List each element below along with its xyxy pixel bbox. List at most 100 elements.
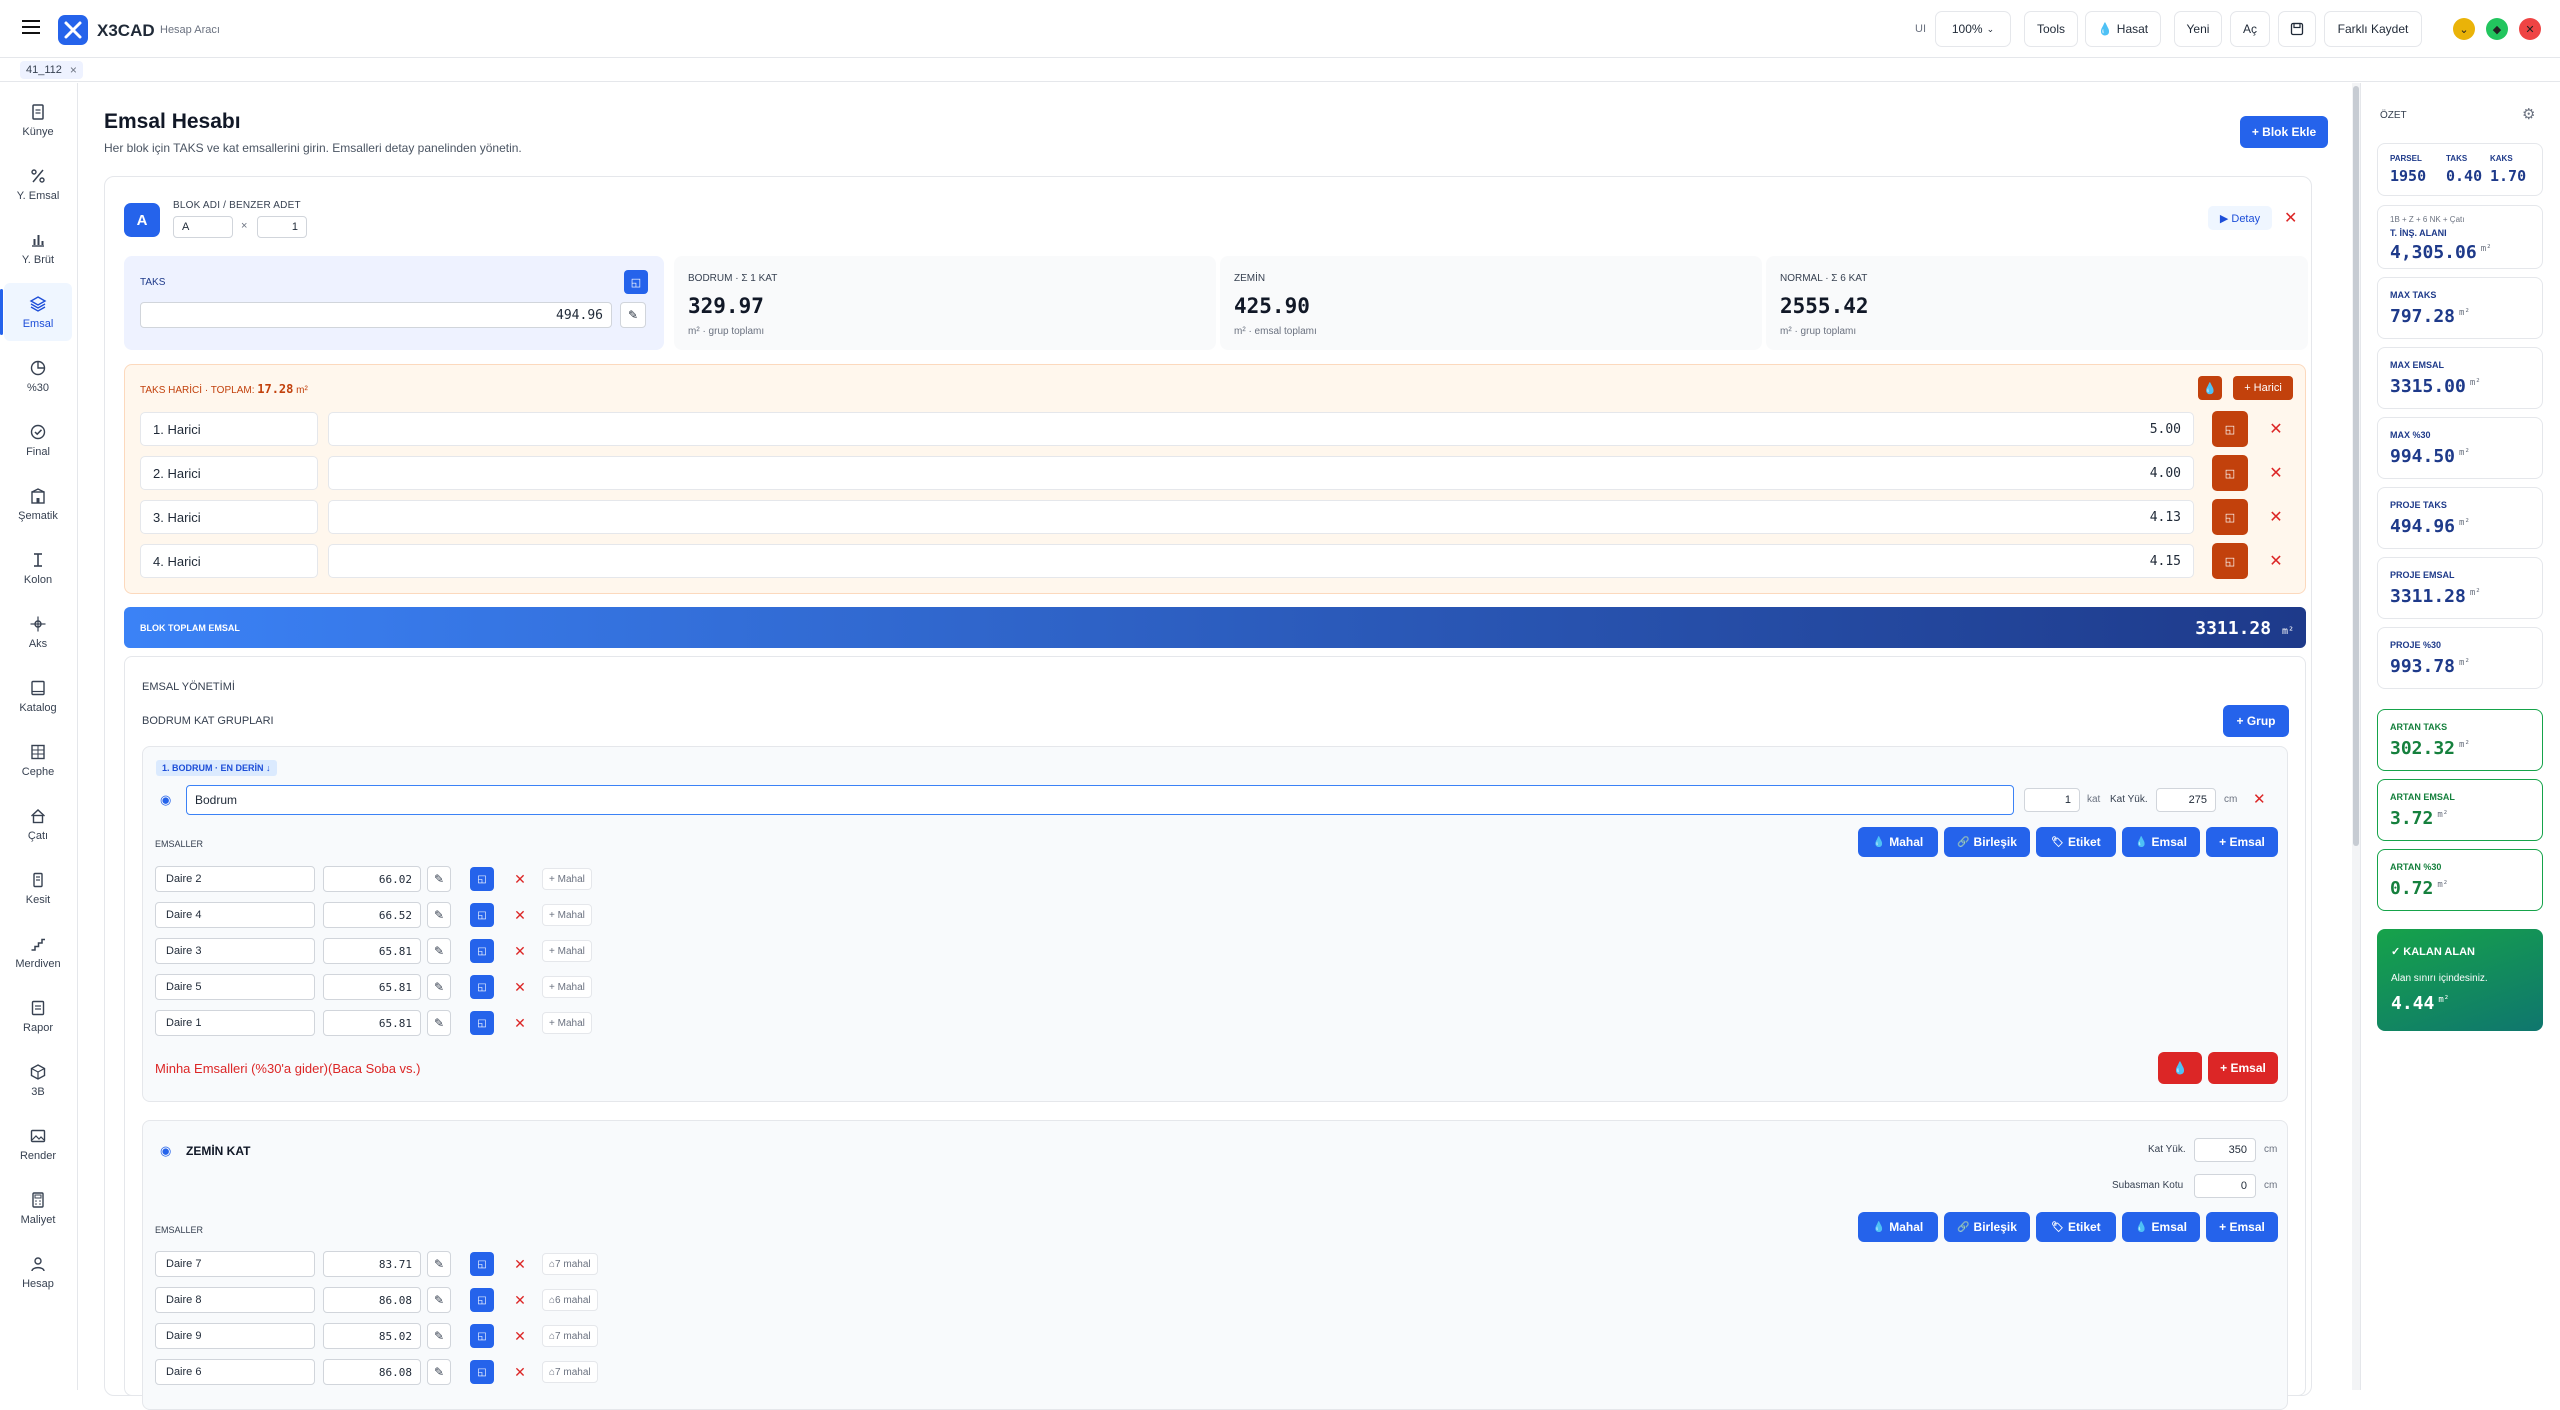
harici-calc-icon[interactable]: ◱: [2212, 499, 2248, 535]
scrollbar-thumb[interactable]: [2353, 86, 2359, 846]
emsal-name-input[interactable]: Daire 2: [155, 866, 315, 892]
harici-calc-icon[interactable]: ◱: [2212, 411, 2248, 447]
emsal-value-input[interactable]: 85.02: [323, 1323, 421, 1349]
kat-yuk-input[interactable]: 275: [2156, 788, 2216, 812]
emsal-value-input[interactable]: 66.52: [323, 902, 421, 928]
emsal-delete-icon[interactable]: ✕: [512, 1252, 528, 1276]
mahal-button[interactable]: + Mahal: [542, 904, 592, 926]
zemin-action-0[interactable]: 💧 Mahal: [1858, 1212, 1938, 1242]
emsal-calc-icon[interactable]: ◱: [470, 1011, 494, 1035]
open-button[interactable]: Aç: [2230, 11, 2270, 47]
emsal-calc-icon[interactable]: ◱: [470, 867, 494, 891]
emsal-name-input[interactable]: Daire 5: [155, 974, 315, 1000]
emsal-edit-icon[interactable]: ✎: [427, 902, 451, 928]
sidebar-item-0[interactable]: Künye: [4, 91, 72, 149]
bodrum-action-2[interactable]: 🏷 Etiket: [2036, 827, 2116, 857]
sidebar-item-3[interactable]: Emsal: [0, 283, 72, 341]
sidebar-item-5[interactable]: Final: [4, 411, 72, 469]
hasat-button[interactable]: 💧 Hasat: [2085, 11, 2161, 47]
minimize-button[interactable]: ⌄: [2453, 18, 2475, 40]
harici-name-input[interactable]: 4. Harici: [140, 544, 318, 578]
emsal-edit-icon[interactable]: ✎: [427, 1359, 451, 1385]
menu-icon[interactable]: [22, 20, 40, 34]
save-button[interactable]: [2278, 11, 2316, 47]
delete-group-icon[interactable]: ✕: [2253, 790, 2266, 808]
taks-edit-icon[interactable]: ✎: [620, 302, 646, 328]
zemin-eye-icon[interactable]: ◉: [160, 1143, 171, 1159]
harici-delete-icon[interactable]: ✕: [2268, 553, 2284, 570]
sidebar-item-8[interactable]: Aks: [4, 603, 72, 661]
harici-calc-icon[interactable]: ◱: [2212, 543, 2248, 579]
emsal-edit-icon[interactable]: ✎: [427, 1323, 451, 1349]
emsal-delete-icon[interactable]: ✕: [512, 975, 528, 999]
harici-value-input[interactable]: 4.13: [328, 500, 2194, 534]
emsal-name-input[interactable]: Daire 7: [155, 1251, 315, 1277]
emsal-delete-icon[interactable]: ✕: [512, 867, 528, 891]
zemin-action-3[interactable]: 💧 Emsal: [2122, 1212, 2200, 1242]
emsal-value-input[interactable]: 83.71: [323, 1251, 421, 1277]
harici-value-input[interactable]: 5.00: [328, 412, 2194, 446]
sidebar-item-16[interactable]: Render: [4, 1115, 72, 1173]
emsal-edit-icon[interactable]: ✎: [427, 1010, 451, 1036]
sidebar-item-11[interactable]: Çatı: [4, 795, 72, 853]
zemin-action-4[interactable]: + Emsal: [2206, 1212, 2278, 1242]
emsal-delete-icon[interactable]: ✕: [512, 903, 528, 927]
subasman-input[interactable]: 0: [2194, 1174, 2256, 1198]
harici-delete-icon[interactable]: ✕: [2268, 509, 2284, 526]
emsal-edit-icon[interactable]: ✎: [427, 866, 451, 892]
maximize-button[interactable]: ◆: [2486, 18, 2508, 40]
mahal-button[interactable]: ⌂ 7 mahal: [542, 1325, 598, 1347]
close-tab-icon[interactable]: ×: [70, 63, 77, 77]
add-group-button[interactable]: + Grup: [2223, 705, 2289, 737]
sidebar-item-15[interactable]: 3B: [4, 1051, 72, 1109]
taks-input[interactable]: 494.96: [140, 302, 612, 328]
harici-value-input[interactable]: 4.00: [328, 456, 2194, 490]
emsal-value-input[interactable]: 66.02: [323, 866, 421, 892]
emsal-edit-icon[interactable]: ✎: [427, 974, 451, 1000]
block-count-input[interactable]: 1: [257, 216, 307, 238]
bodrum-action-1[interactable]: 🔗 Birleşik: [1944, 827, 2030, 857]
emsal-delete-icon[interactable]: ✕: [512, 1324, 528, 1348]
save-as-button[interactable]: Farklı Kaydet: [2324, 11, 2422, 47]
emsal-delete-icon[interactable]: ✕: [512, 939, 528, 963]
sidebar-item-1[interactable]: Y. Emsal: [4, 155, 72, 213]
emsal-value-input[interactable]: 65.81: [323, 1010, 421, 1036]
sidebar-item-4[interactable]: %30: [4, 347, 72, 405]
emsal-delete-icon[interactable]: ✕: [512, 1288, 528, 1312]
emsal-delete-icon[interactable]: ✕: [512, 1360, 528, 1384]
add-block-button[interactable]: + Blok Ekle: [2240, 116, 2328, 148]
settings-gear-icon[interactable]: ⚙: [2522, 105, 2535, 123]
zemin-action-1[interactable]: 🔗 Birleşik: [1944, 1212, 2030, 1242]
emsal-calc-icon[interactable]: ◱: [470, 939, 494, 963]
emsal-calc-icon[interactable]: ◱: [470, 1360, 494, 1384]
emsal-value-input[interactable]: 65.81: [323, 938, 421, 964]
delete-block-icon[interactable]: ✕: [2284, 208, 2297, 228]
mahal-button[interactable]: + Mahal: [542, 976, 592, 998]
emsal-edit-icon[interactable]: ✎: [427, 1287, 451, 1313]
sidebar-item-14[interactable]: Rapor: [4, 987, 72, 1045]
sidebar-item-13[interactable]: Merdiven: [4, 923, 72, 981]
zemin-kat-yuk-input[interactable]: 350: [2194, 1138, 2256, 1162]
mahal-button[interactable]: ⌂ 7 mahal: [542, 1253, 598, 1275]
emsal-calc-icon[interactable]: ◱: [470, 1324, 494, 1348]
emsal-name-input[interactable]: Daire 4: [155, 902, 315, 928]
close-window-button[interactable]: ✕: [2519, 18, 2541, 40]
emsal-name-input[interactable]: Daire 9: [155, 1323, 315, 1349]
harici-value-input[interactable]: 4.15: [328, 544, 2194, 578]
bodrum-action-4[interactable]: + Emsal: [2206, 827, 2278, 857]
file-tab[interactable]: 41_112 ×: [20, 61, 83, 79]
mahal-button[interactable]: ⌂ 7 mahal: [542, 1361, 598, 1383]
harici-delete-icon[interactable]: ✕: [2268, 465, 2284, 482]
emsal-edit-icon[interactable]: ✎: [427, 938, 451, 964]
sidebar-item-10[interactable]: Cephe: [4, 731, 72, 789]
emsal-calc-icon[interactable]: ◱: [470, 975, 494, 999]
harici-name-input[interactable]: 2. Harici: [140, 456, 318, 490]
zemin-action-2[interactable]: 🏷 Etiket: [2036, 1212, 2116, 1242]
emsal-name-input[interactable]: Daire 8: [155, 1287, 315, 1313]
harici-name-input[interactable]: 3. Harici: [140, 500, 318, 534]
bodrum-action-3[interactable]: 💧 Emsal: [2122, 827, 2200, 857]
eye-icon[interactable]: ◉: [160, 792, 171, 808]
new-button[interactable]: Yeni: [2174, 11, 2222, 47]
sidebar-item-18[interactable]: Hesap: [4, 1243, 72, 1301]
sidebar-item-17[interactable]: Maliyet: [4, 1179, 72, 1237]
